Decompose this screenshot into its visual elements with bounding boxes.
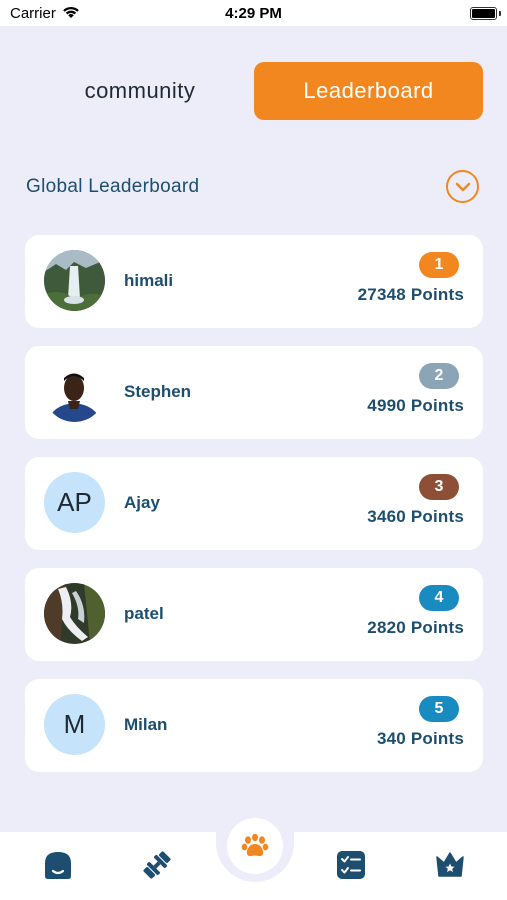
crown-icon: [436, 852, 464, 877]
user-name: patel: [124, 604, 164, 623]
nav-fitness[interactable]: [140, 848, 174, 882]
clock: 4:29 PM: [225, 5, 282, 22]
leaderboard-card[interactable]: AP Ajay 3 3460 Points: [25, 457, 483, 550]
status-bar: Carrier 4:29 PM: [0, 0, 507, 26]
nav-crown[interactable]: [433, 848, 467, 882]
rank-badge: 1: [419, 252, 459, 278]
points-label: 2820 Points: [367, 618, 464, 637]
fitness-icon: [143, 851, 171, 879]
leaderboard-card[interactable]: himali 1 27348 Points: [25, 235, 483, 328]
nav-checklist[interactable]: [334, 848, 368, 882]
checklist-icon: [337, 851, 365, 879]
tab-leaderboard[interactable]: Leaderboard: [254, 62, 483, 120]
points-label: 4990 Points: [367, 396, 464, 415]
points-label: 340 Points: [376, 729, 464, 748]
leaderboard-card[interactable]: patel 4 2820 Points: [25, 568, 483, 661]
rank-badge: 2: [419, 363, 459, 389]
avatar: AP: [44, 472, 105, 533]
home-icon: [45, 852, 71, 879]
user-name: Stephen: [124, 382, 192, 401]
paw-icon: [241, 833, 269, 857]
tab-community[interactable]: community: [25, 62, 255, 120]
user-name: Ajay: [124, 493, 160, 512]
avatar: [44, 250, 105, 311]
rank-badge: 5: [419, 696, 459, 722]
battery-cap: [499, 11, 501, 16]
battery-icon: [470, 7, 497, 20]
section-title: Global Leaderboard: [26, 176, 200, 197]
leaderboard-card[interactable]: M Milan 5 340 Points: [25, 679, 483, 772]
user-name: Milan: [124, 715, 168, 734]
rank-badge: 4: [419, 585, 459, 611]
avatar: [44, 361, 105, 422]
points-label: 3460 Points: [367, 507, 464, 526]
chevron-down-icon: [455, 182, 470, 191]
nav-paw[interactable]: [227, 818, 283, 874]
leaderboard-card[interactable]: Stephen 2 4990 Points: [25, 346, 483, 439]
avatar: [44, 583, 105, 644]
leaderboard-filter-button[interactable]: [446, 170, 479, 203]
rank-badge: 3: [419, 474, 459, 500]
user-name: himali: [124, 271, 174, 290]
nav-home[interactable]: [41, 848, 75, 882]
points-label: 27348 Points: [357, 285, 464, 304]
avatar: M: [44, 694, 105, 755]
